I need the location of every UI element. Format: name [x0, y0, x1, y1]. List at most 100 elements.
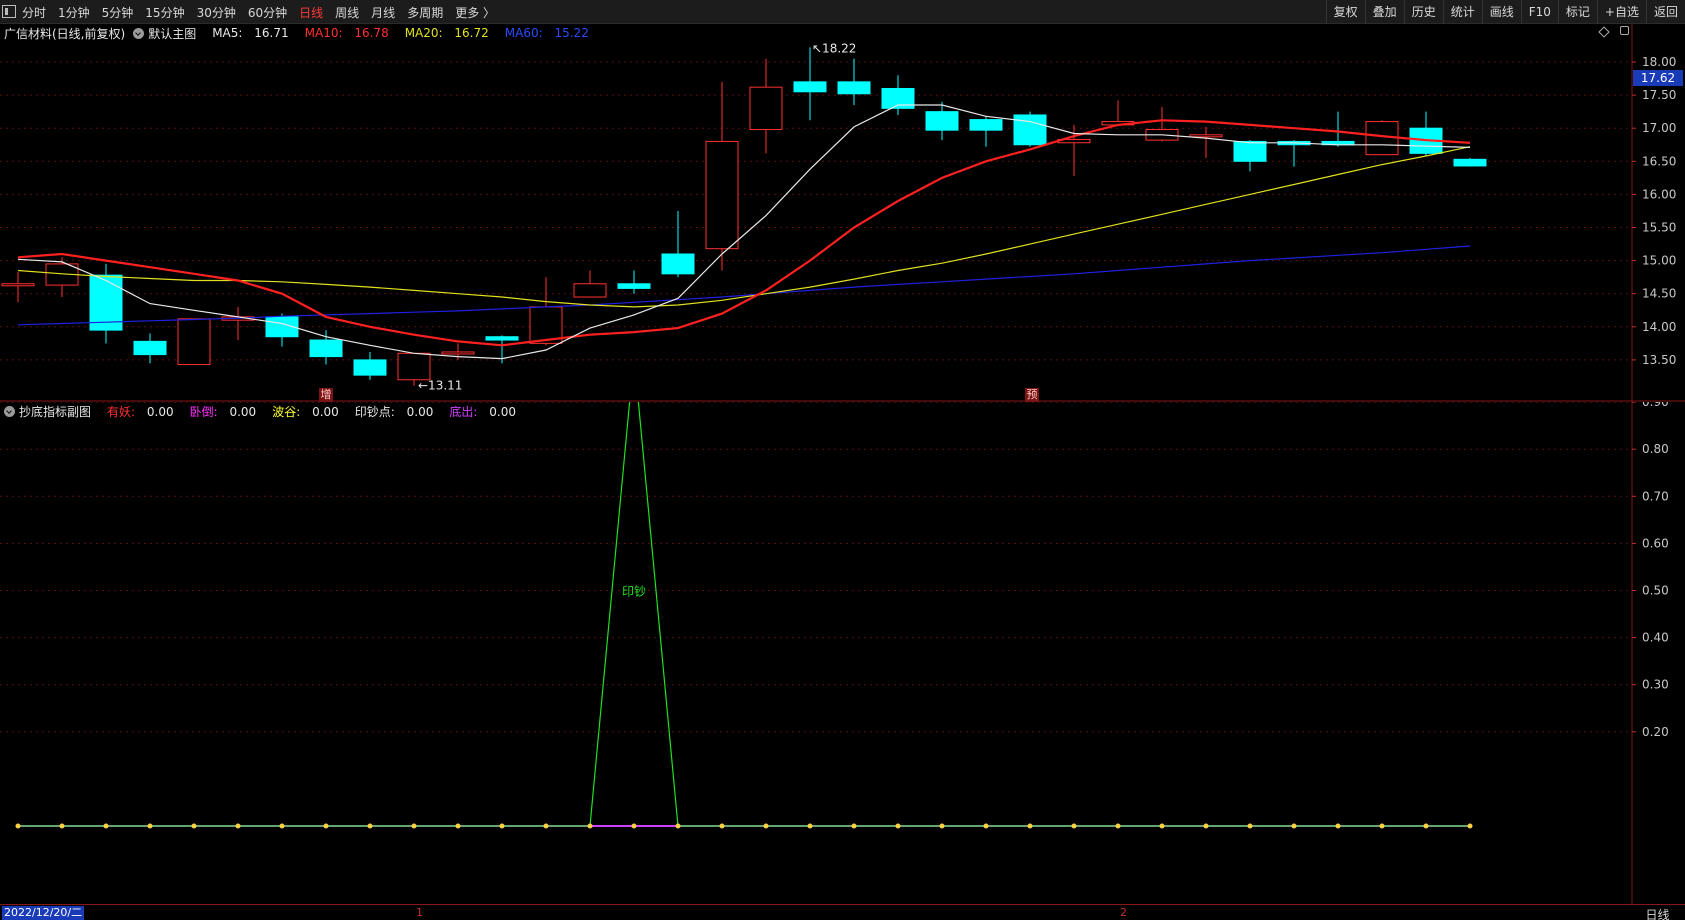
period-tab-1[interactable]: 1分钟: [58, 4, 90, 21]
tag-yu: 预: [1025, 388, 1039, 402]
signal-dot: [1027, 823, 1033, 829]
toolbar-button-5[interactable]: F10: [1520, 0, 1558, 24]
period-tab-0[interactable]: 分时: [22, 4, 46, 21]
candle: [661, 210, 695, 278]
signal-dot: [1335, 823, 1341, 829]
candle: [353, 351, 387, 380]
period-tab-10[interactable]: 更多 〉: [455, 4, 495, 21]
sub-y-tick-label: 0.80: [1642, 442, 1669, 456]
period-tab-2[interactable]: 5分钟: [102, 4, 134, 21]
candle-body: [1453, 158, 1487, 167]
toolbar-button-0[interactable]: 复权: [1325, 0, 1365, 24]
candle: [309, 330, 343, 365]
toolbar-button-2[interactable]: 历史: [1403, 0, 1443, 24]
signal-dot: [543, 823, 549, 829]
candle: [177, 318, 211, 366]
main-y-tick-label: 14.50: [1642, 287, 1676, 301]
toolbar-button-8[interactable]: 返回: [1645, 0, 1685, 24]
main-y-tick-label: 16.00: [1642, 187, 1676, 201]
candlestick-chart[interactable]: 18.00 17.50 17.00 16.50 16.00 15.50 15.00 14.50…: [0, 24, 1685, 402]
signal-dot: [103, 823, 109, 829]
toolbar-button-7[interactable]: +自选: [1596, 0, 1646, 24]
sub-y-tick-label: 0.50: [1642, 584, 1669, 598]
signal-dot: [499, 823, 505, 829]
main-y-tick-label: 14.00: [1642, 320, 1676, 334]
signal-dot: [675, 823, 681, 829]
signal-dot: [763, 823, 769, 829]
signal-line: [18, 402, 1470, 827]
ma60-line: [17, 245, 1471, 326]
period-tab-9[interactable]: 多周期: [407, 4, 443, 21]
candle: [529, 277, 563, 346]
sub-y-tick-label: 0.20: [1642, 725, 1669, 739]
signal-dot: [1467, 823, 1473, 829]
time-tick-2: 2: [1120, 906, 1127, 919]
low-annotation: ←13.11: [418, 379, 462, 393]
signal-dot: [1071, 823, 1077, 829]
signal-dot: [59, 823, 65, 829]
sub-y-tick-label: 0.70: [1642, 489, 1669, 503]
signal-dot: [587, 823, 593, 829]
high-annotation: ↖18.22: [812, 41, 856, 55]
signal-dot: [323, 823, 329, 829]
candle: [45, 257, 79, 298]
candle-body: [1, 283, 35, 287]
candle: [221, 306, 255, 341]
signal-dot: [1115, 823, 1121, 829]
toolbar-button-3[interactable]: 统计: [1442, 0, 1482, 24]
period-tab-4[interactable]: 30分钟: [197, 4, 236, 21]
main-y-tick-label: 18.00: [1642, 55, 1676, 69]
tag-zeng: 增: [319, 388, 333, 402]
candle: [1321, 111, 1355, 147]
period-tabs: 分时 1分钟 5分钟 15分钟 30分钟 60分钟 日线 周线 月线 多周期 更多 〉: [22, 0, 507, 24]
candle: [837, 58, 871, 106]
cursor-date-label: 2022/12/20/二: [2, 906, 85, 920]
sub-y-tick-label: 0.90: [1642, 402, 1669, 409]
main-y-tick-label: 17.50: [1642, 88, 1676, 102]
signal-dot: [983, 823, 989, 829]
candle: [881, 75, 915, 115]
signal-dot: [1423, 823, 1429, 829]
indicator-chart[interactable]: 1.000.900.800.700.600.500.400.300.20印钞: [0, 402, 1685, 904]
period-tab-8[interactable]: 月线: [371, 4, 395, 21]
toolbar-button-1[interactable]: 叠加: [1364, 0, 1404, 24]
candle-body: [837, 81, 871, 95]
candle-body: [925, 111, 959, 131]
candle: [1409, 111, 1443, 157]
period-tab-5[interactable]: 60分钟: [248, 4, 287, 21]
candle-body: [397, 352, 431, 381]
toolbar-button-6[interactable]: 标记: [1557, 0, 1597, 24]
function-buttons: 复权 叠加 历史 统计 画线 F10 标记 +自选 返回: [1325, 0, 1685, 24]
period-tab-7[interactable]: 周线: [335, 4, 359, 21]
signal-dot: [191, 823, 197, 829]
candle-body: [309, 339, 343, 358]
candle: [1453, 157, 1487, 167]
signal-dot: [719, 823, 725, 829]
signal-dot: [455, 823, 461, 829]
time-axis-bar: 2022/12/20/二 1 2 日线: [0, 904, 1685, 920]
signal-dot: [895, 823, 901, 829]
signal-dot: [807, 823, 813, 829]
period-tab-6[interactable]: 日线: [299, 4, 323, 21]
period-indicator[interactable]: 日线: [1630, 906, 1685, 920]
main-y-tick-label: 13.50: [1642, 353, 1676, 367]
sub-y-tick-label: 0.60: [1642, 536, 1669, 550]
candle-body: [793, 81, 827, 93]
candle: [1189, 126, 1223, 158]
sub-y-tick-label: 0.30: [1642, 678, 1669, 692]
candle: [133, 333, 167, 364]
candle: [1233, 140, 1267, 172]
period-tab-3[interactable]: 15分钟: [145, 4, 184, 21]
menu-icon[interactable]: [2, 5, 16, 18]
signal-dot: [367, 823, 373, 829]
candle: [749, 58, 783, 154]
candle-body: [749, 86, 783, 131]
candle: [793, 47, 827, 121]
candle-body: [485, 336, 519, 341]
candle: [1101, 100, 1135, 126]
candle-body: [1189, 134, 1223, 138]
toolbar-button-4[interactable]: 画线: [1481, 0, 1521, 24]
candle-body: [969, 119, 1003, 131]
candle: [1145, 107, 1179, 142]
candle-body: [661, 253, 695, 275]
